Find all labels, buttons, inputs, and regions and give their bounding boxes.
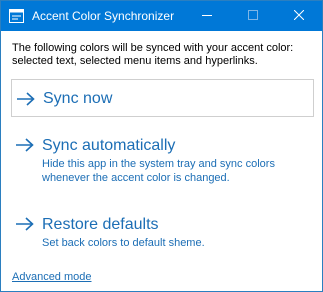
close-button[interactable] [276, 1, 322, 31]
intro-text: The following colors will be synced with… [12, 42, 294, 67]
maximize-button[interactable] [230, 1, 276, 31]
arrow-right-icon [16, 138, 34, 152]
minimize-button[interactable] [184, 1, 230, 31]
sync-automatically-label: Sync automatically [42, 137, 176, 154]
minimize-icon [202, 7, 212, 25]
maximize-icon [248, 7, 258, 25]
close-icon [293, 7, 305, 25]
advanced-mode-link[interactable]: Advanced mode [12, 271, 92, 284]
restore-defaults-label: Restore defaults [42, 216, 159, 233]
restore-defaults-description: Set back colors to default sheme. [42, 237, 205, 249]
arrow-right-icon [17, 92, 35, 106]
sync-automatically-description: Hide this app in the system tray and syn… [42, 158, 275, 184]
restore-defaults-button[interactable]: Restore defaults Set back colors to defa… [11, 212, 314, 254]
arrow-right-icon [16, 217, 34, 231]
title-bar[interactable]: Accent Color Synchronizer [1, 1, 322, 31]
app-window: Accent Color Synchronizer The following … [0, 0, 323, 292]
sync-now-label: Sync now [43, 90, 113, 107]
app-icon [9, 9, 24, 23]
sync-automatically-button[interactable]: Sync automatically Hide this app in the … [11, 133, 314, 191]
window-title: Accent Color Synchronizer [32, 9, 175, 23]
sync-now-button[interactable]: Sync now [11, 79, 314, 117]
